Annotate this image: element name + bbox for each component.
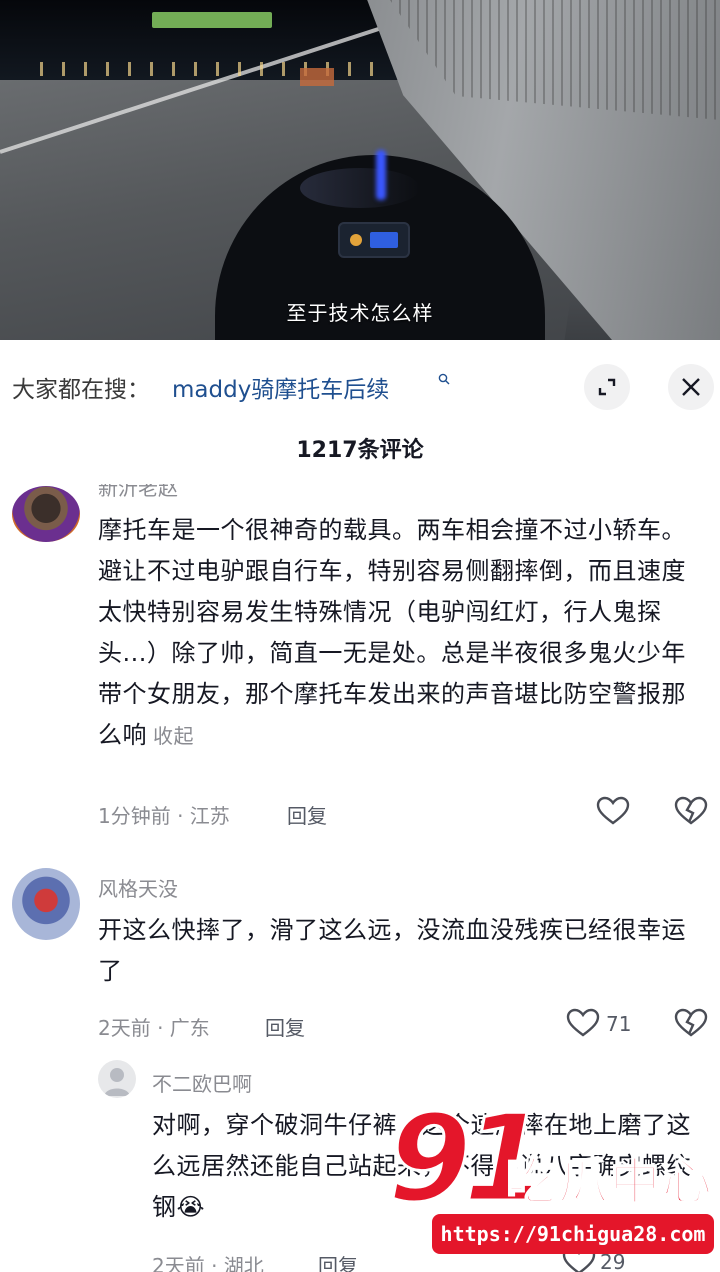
like-heart-icon[interactable] [562, 1246, 596, 1272]
dislike-broken-heart-icon[interactable] [674, 796, 708, 826]
close-icon [682, 378, 700, 396]
avatar[interactable] [12, 868, 80, 940]
comment-meta: 2天前 · 湖北 [152, 1254, 264, 1272]
comments-count-title: 1217条评论 [296, 438, 424, 463]
comment-text-body: 摩托车是一个很神奇的载具。两车相会撞不过小轿车。避让不过电驴跟自行车，特别容易侧… [98, 516, 686, 749]
video-subtitle: 至于技术怎么样 [286, 301, 434, 325]
avatar[interactable] [12, 486, 80, 542]
comment-meta: 1分钟前 · 江苏 [98, 804, 230, 828]
reply-button[interactable]: 回复 [265, 1012, 305, 1041]
video-dashboard-indicator [350, 234, 362, 246]
like-count: 29 [600, 1250, 626, 1272]
comment-username[interactable]: 风格天没 [98, 873, 178, 902]
like-count: 71 [606, 1012, 632, 1036]
reply-button[interactable]: 回复 [318, 1250, 358, 1272]
search-suggestion-bar: 大家都在搜： maddy骑摩托车后续 [0, 340, 720, 432]
like-heart-icon[interactable] [566, 1008, 600, 1038]
video-motorcycle-shine [300, 168, 420, 208]
expand-button[interactable] [584, 364, 630, 410]
comment-text: 开这么快摔了，滑了这么远，没流血没残疾已经很幸运了 [98, 916, 686, 985]
like-heart-icon[interactable] [596, 796, 630, 826]
reply-button[interactable]: 回复 [287, 800, 327, 829]
video-motorcycle-light [376, 150, 386, 200]
video-highway-sign [152, 12, 272, 28]
comment-text: 摩托车是一个很神奇的载具。两车相会撞不过小轿车。避让不过电驴跟自行车，特别容易侧… [98, 510, 698, 757]
search-suggestion-link[interactable]: maddy骑摩托车后续 [172, 370, 389, 404]
default-avatar-icon [104, 1068, 130, 1096]
comment-meta: 2天前 · 广东 [98, 1016, 210, 1040]
expand-icon [598, 378, 616, 396]
avatar[interactable] [98, 1060, 136, 1098]
search-icon [438, 373, 450, 385]
collapse-button[interactable]: 收起 [153, 724, 194, 748]
video-roadside-sign [300, 68, 334, 86]
comment-username[interactable]: 新沂老赵 [98, 484, 178, 501]
search-suggestion-prefix: 大家都在搜： [12, 377, 150, 403]
video-player[interactable]: 至于技术怎么样 [0, 0, 720, 340]
close-button[interactable] [668, 364, 714, 410]
comment-text: 对啊，穿个破洞牛仔裤，这个速度摔在地上磨了这么远居然还能自己站起来，不得不说八字… [152, 1111, 691, 1221]
video-dashboard-screen [370, 232, 398, 248]
dislike-broken-heart-icon[interactable] [674, 1008, 708, 1038]
comment-username[interactable]: 不二欧巴啊 [152, 1068, 252, 1097]
